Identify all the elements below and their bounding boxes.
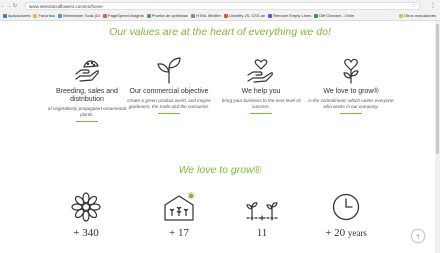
bookmark-favicon-icon	[314, 13, 319, 18]
bookmark-label: Diff Checker - Onlin	[319, 13, 355, 18]
bookmark-item[interactable]: Prueba de optimizac	[146, 13, 189, 18]
bookmark-favicon-icon	[3, 13, 7, 18]
url-text: www.selectacutflowers.com/en/home	[29, 3, 103, 9]
bookmarks-bar: Aplicaciones Favoritos Webmaster Tools (Di…	[3, 11, 440, 20]
bookmark-label: Webmaster Tools (Di	[62, 13, 100, 18]
stat-number: + 340	[73, 227, 99, 239]
reload-icon[interactable]: ↻	[12, 2, 18, 10]
scrollbar-thumb[interactable]	[436, 24, 439, 154]
value-desc: is the commitment, which unites everyone…	[308, 98, 394, 109]
bookmark-item[interactable]: Remove Empty Lines	[268, 13, 311, 18]
other-bookmarks-label: Otros marcadores	[403, 13, 436, 18]
value-title: Our commercial objective	[129, 88, 209, 95]
sprout-icon	[157, 57, 181, 84]
scroll-to-top-button[interactable]: ↑	[411, 229, 425, 243]
greenhouse-icon	[164, 192, 195, 221]
bookmark-label: Remove Empty Lines	[273, 13, 312, 18]
bookmark-label: Favoritos	[38, 13, 55, 18]
value-desc: of vegetatively propagated ornamental pl…	[47, 106, 127, 117]
value-item-breeding: Breeding, sales and distribution of vege…	[42, 56, 132, 122]
bookmark-favicon-icon	[223, 13, 228, 18]
value-title: Breeding, sales and distribution	[56, 88, 118, 103]
address-bar[interactable]: www.selectacutflowers.com/en/home ☆	[25, 2, 420, 10]
bookmark-label: HTML Minifier	[196, 13, 221, 18]
value-desc: create a green product world, and inspir…	[127, 98, 211, 109]
folder-icon	[398, 13, 403, 18]
value-item-love-to-grow: We love to grow® is the commitment, whic…	[306, 56, 396, 114]
bookmark-favicon-icon	[57, 13, 62, 18]
value-title: We help you	[241, 88, 281, 95]
bookmark-favicon-icon	[102, 13, 107, 18]
values-headline: Our values are at the heart of everythin…	[109, 26, 331, 38]
value-item-help: We help you bring your business to the n…	[216, 56, 306, 114]
heart-flower-icon	[343, 58, 359, 84]
bookmark-item[interactable]: Uncritify JS, CSS an	[223, 13, 266, 18]
hand-heart-icon	[247, 59, 273, 83]
other-bookmarks[interactable]: Otros marcadores	[398, 11, 436, 20]
stats-headline: We love to grow®	[178, 164, 262, 176]
bookmark-favicon-icon	[268, 13, 273, 18]
bookmark-item[interactable]: Aplicaciones	[3, 13, 30, 18]
stat-item-locations: 11	[222, 192, 302, 239]
accent-underline	[340, 113, 362, 114]
bookmark-item[interactable]: Favoritos	[33, 13, 55, 18]
stat-item-years: + 20 years	[306, 192, 386, 239]
value-item-commercial: Our commercial objective create a green …	[124, 56, 214, 114]
stat-item-varieties: + 340	[46, 192, 126, 239]
bookmark-favicon-icon	[33, 13, 38, 18]
bookmark-star-icon[interactable]: ☆	[412, 3, 416, 10]
bookmark-item[interactable]: PageSpeed Insights	[102, 13, 144, 18]
accent-underline	[250, 113, 272, 114]
stat-item-greenhouses: + 17	[139, 192, 219, 239]
stat-number: + 20 years	[325, 227, 367, 239]
bookmark-label: Aplicaciones	[8, 13, 31, 18]
accent-underline	[158, 113, 180, 114]
stat-number: + 17	[169, 227, 189, 239]
address-row: ← → ↻ www.selectacutflowers.com/en/home …	[0, 1, 440, 11]
hand-soil-icon	[75, 60, 99, 82]
bookmark-item[interactable]: HTML Minifier	[191, 13, 221, 18]
bookmark-item[interactable]: Diff Checker - Onlin	[314, 13, 354, 18]
accent-underline	[76, 121, 98, 122]
bookmark-favicon-icon	[191, 13, 196, 18]
arrow-up-icon: ↑	[416, 231, 420, 241]
browser-menu-icon[interactable]: ⋮	[430, 3, 436, 9]
value-desc: bring your business to the next level of…	[221, 98, 301, 109]
bookmark-label: PageSpeed Insights	[107, 13, 144, 18]
value-title: We love to grow®	[323, 88, 379, 95]
browser-chrome: ← → ↻ www.selectacutflowers.com/en/home …	[0, 0, 440, 21]
flower-icon	[71, 192, 101, 222]
bookmark-label: Uncritify JS, CSS an	[228, 13, 266, 18]
bookmark-favicon-icon	[146, 13, 151, 18]
bookmark-label: Prueba de optimizac	[151, 13, 189, 18]
clock-icon	[332, 193, 360, 221]
stat-number: 11	[256, 227, 268, 239]
seedlings-icon	[246, 202, 278, 221]
bookmark-item[interactable]: Webmaster Tools (Di	[57, 13, 100, 18]
stat-suffix: years	[347, 228, 367, 238]
